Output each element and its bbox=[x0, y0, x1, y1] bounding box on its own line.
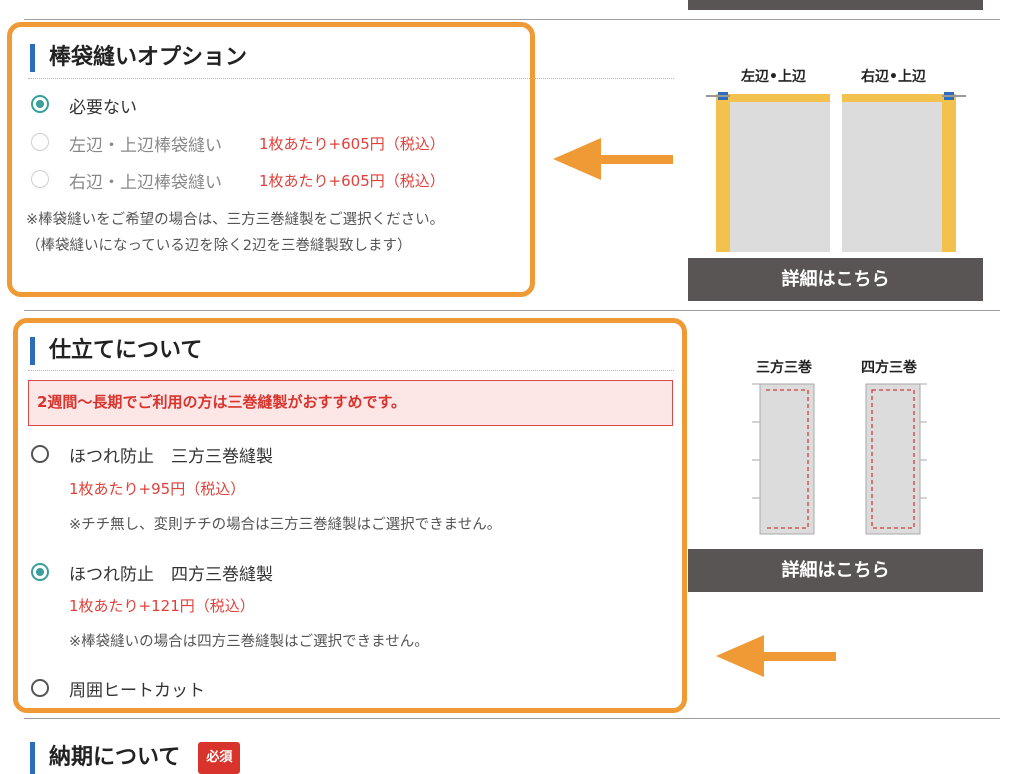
option-label: ほつれ防止 三方三巻縫製 bbox=[69, 447, 273, 467]
section-title-finishing: 仕立てについて bbox=[30, 337, 202, 365]
option-price: 1枚あたり+605円（税込） bbox=[259, 135, 445, 153]
delivery-title-text: 納期について bbox=[49, 745, 181, 770]
figure-label: 右辺•上辺 bbox=[861, 69, 926, 85]
previous-detail-button-edge[interactable] bbox=[688, 0, 983, 10]
dotted-divider bbox=[28, 78, 674, 79]
figure-label: 三方三巻 bbox=[756, 360, 812, 376]
option-price: 1枚あたり+605円（税込） bbox=[259, 172, 445, 190]
sewing-note: （棒袋縫いになっている辺を除く2辺を三巻縫製致します） bbox=[26, 238, 412, 254]
arrow-left-icon bbox=[553, 138, 673, 180]
option-label: 周囲ヒートカット bbox=[69, 681, 205, 701]
detail-button-finishing[interactable]: 詳細はこちら bbox=[688, 549, 983, 592]
section-title-delivery: 納期について 必須 bbox=[30, 742, 241, 774]
option-price: 1枚あたり+121円（税込） bbox=[69, 597, 255, 615]
option-note: ※チチ無し、変則チチの場合は三方三巻縫製はご選択できません。 bbox=[69, 517, 502, 533]
divider bbox=[24, 310, 1000, 311]
section-title-sewing: 棒袋縫いオプション bbox=[30, 44, 247, 72]
option-note: ※棒袋縫いの場合は四方三巻縫製はご選択できません。 bbox=[69, 634, 429, 650]
sewing-note: ※棒袋縫いをご希望の場合は、三方三巻縫製をご選択ください。 bbox=[26, 212, 445, 228]
pole-sewing-figure bbox=[706, 92, 966, 252]
radio-selected-icon[interactable] bbox=[31, 563, 49, 581]
option-label: 左辺・上辺棒袋縫い bbox=[69, 136, 222, 156]
dotted-divider bbox=[28, 370, 674, 371]
radio-icon[interactable] bbox=[31, 170, 49, 188]
recommendation-alert: 2週間〜長期でご利用の方は三巻縫製がおすすめです。 bbox=[28, 380, 673, 426]
hemming-figure bbox=[752, 383, 927, 535]
radio-selected-icon[interactable] bbox=[31, 95, 49, 113]
figure-label: 四方三巻 bbox=[861, 360, 917, 376]
option-label: ほつれ防止 四方三巻縫製 bbox=[69, 565, 273, 585]
radio-icon[interactable] bbox=[31, 679, 49, 697]
divider bbox=[24, 718, 1000, 719]
divider bbox=[24, 19, 1000, 20]
arrow-left-icon bbox=[716, 635, 836, 677]
radio-icon[interactable] bbox=[31, 133, 49, 151]
radio-icon[interactable] bbox=[31, 445, 49, 463]
detail-button-sewing[interactable]: 詳細はこちら bbox=[688, 258, 983, 301]
required-badge: 必須 bbox=[198, 742, 241, 774]
option-price: 1枚あたり+95円（税込） bbox=[69, 480, 246, 498]
option-label: 右辺・上辺棒袋縫い bbox=[69, 173, 222, 193]
option-label: 必要ない bbox=[69, 98, 137, 118]
figure-label: 左辺•上辺 bbox=[741, 69, 806, 85]
